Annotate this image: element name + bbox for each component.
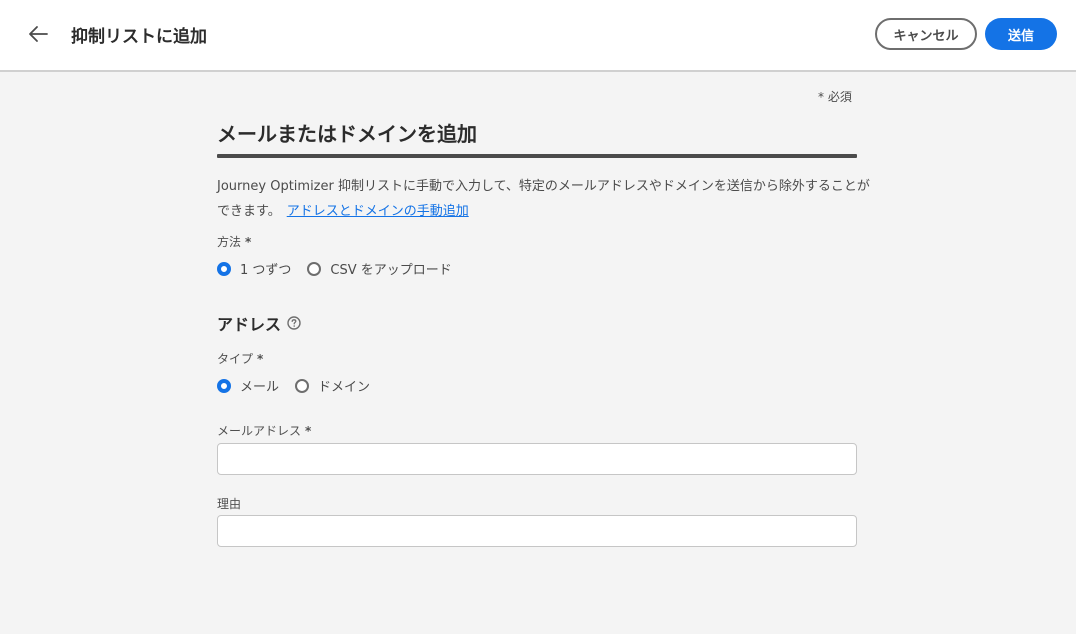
- top-bar: 抑制リストに追加 キャンセル 送信: [0, 0, 1076, 72]
- radio-button-selected[interactable]: [217, 261, 231, 276]
- type-label-text: タイプ: [217, 352, 254, 366]
- address-section-title: アドレス: [217, 311, 301, 335]
- help-circle-icon[interactable]: [287, 316, 301, 330]
- radio-button[interactable]: [307, 261, 322, 276]
- arrow-left-icon: [29, 26, 48, 42]
- method-label-text: 方法: [217, 235, 242, 249]
- radio-label: メール: [240, 380, 280, 395]
- type-label: タイプ *: [217, 350, 263, 367]
- help-link[interactable]: アドレスとドメインの手動追加: [287, 204, 469, 219]
- type-radio-group: メール ドメイン: [217, 376, 386, 395]
- radio-email[interactable]: メール: [217, 376, 279, 395]
- radio-button[interactable]: [295, 378, 310, 393]
- reason-label: 理由: [217, 497, 242, 511]
- email-address-input[interactable]: [217, 443, 857, 475]
- email-label-text: メールアドレス: [217, 424, 302, 438]
- page-title: 抑制リストに追加: [71, 27, 207, 47]
- radio-csv-upload[interactable]: CSV をアップロード: [307, 259, 452, 278]
- form-title: メールまたはドメインを追加: [217, 122, 477, 146]
- method-radio-group: 1 つずつ CSV をアップロード: [217, 259, 468, 278]
- radio-label: ドメイン: [318, 380, 371, 395]
- reason-input[interactable]: [217, 515, 857, 547]
- send-button[interactable]: 送信: [985, 18, 1057, 50]
- radio-label: CSV をアップロード: [330, 263, 452, 278]
- required-star: *: [245, 235, 252, 249]
- radio-label: 1 つずつ: [240, 263, 292, 278]
- required-star: *: [257, 352, 264, 366]
- email-label: メールアドレス *: [217, 422, 311, 439]
- radio-button-selected[interactable]: [217, 378, 231, 393]
- back-button[interactable]: [24, 20, 52, 48]
- cancel-button[interactable]: キャンセル: [875, 18, 977, 50]
- radio-one-by-one[interactable]: 1 つずつ: [217, 259, 291, 278]
- address-title-text: アドレス: [217, 315, 282, 334]
- method-label: 方法 *: [217, 233, 251, 250]
- form-description: Journey Optimizer 抑制リストに手動で入力して、特定のメールアド…: [217, 174, 877, 224]
- title-divider: [217, 154, 857, 158]
- required-star: *: [305, 424, 312, 438]
- required-note: * 必須: [818, 90, 852, 104]
- radio-domain[interactable]: ドメイン: [295, 376, 370, 395]
